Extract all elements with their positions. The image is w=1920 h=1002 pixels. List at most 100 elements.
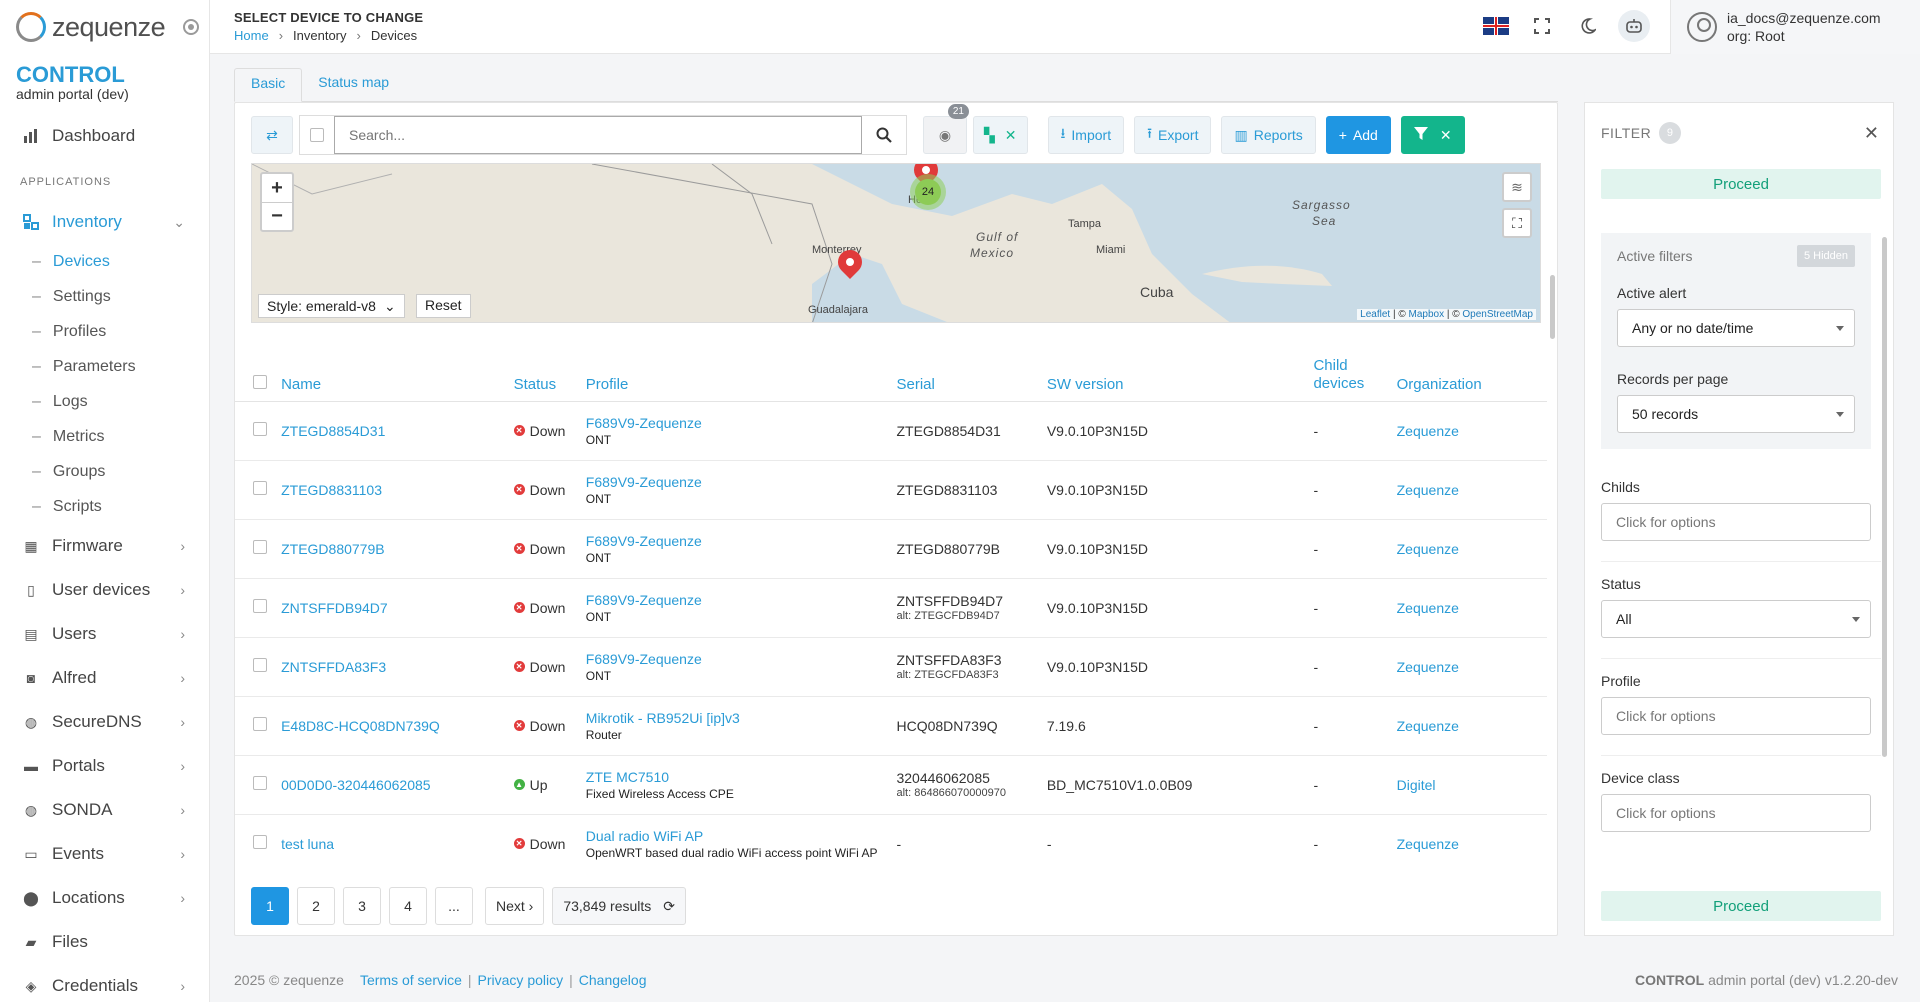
- language-flag-icon[interactable]: [1480, 10, 1512, 42]
- sidebar-item-securedns[interactable]: ◍ SecureDNS ›: [0, 700, 209, 744]
- sidebar-item-locations[interactable]: ⬤ Locations ›: [0, 876, 209, 920]
- device-name-link[interactable]: ZNTSFFDA83F3: [281, 659, 386, 675]
- sidebar-sub-settings[interactable]: Settings: [0, 279, 209, 314]
- device-name-link[interactable]: ZTEGD8854D31: [281, 423, 385, 439]
- organization-link[interactable]: Zequenze: [1397, 482, 1459, 498]
- devices-map[interactable]: + − ≋ ⛶ Gulf of Mexico Sargasso Sea Mont…: [251, 163, 1541, 323]
- filter-toggle-button[interactable]: ✕: [1400, 116, 1465, 154]
- childs-input[interactable]: Click for options: [1601, 503, 1871, 541]
- sidebar-item-portals[interactable]: ▬ Portals ›: [0, 744, 209, 788]
- breadcrumb-inventory[interactable]: Inventory: [293, 28, 346, 43]
- device-name-link[interactable]: ZTEGD8831103: [281, 482, 382, 498]
- device-name-link[interactable]: E48D8C-HCQ08DN739Q: [281, 718, 440, 734]
- page-4-button[interactable]: 4: [389, 887, 427, 925]
- terms-link[interactable]: Terms of service: [360, 972, 462, 988]
- select-all-checkbox[interactable]: [310, 128, 324, 142]
- sidebar-sub-profiles[interactable]: Profiles: [0, 314, 209, 349]
- organization-link[interactable]: Zequenze: [1397, 836, 1459, 852]
- osm-link[interactable]: OpenStreetMap: [1462, 309, 1533, 320]
- sidebar-item-dashboard[interactable]: Dashboard: [0, 114, 209, 158]
- organization-link[interactable]: Zequenze: [1397, 541, 1459, 557]
- breadcrumb-home[interactable]: Home: [234, 28, 269, 43]
- search-icon[interactable]: [862, 116, 906, 154]
- map-reset-button[interactable]: Reset: [416, 294, 471, 318]
- sidebar-item-sonda[interactable]: ◍ SONDA ›: [0, 788, 209, 832]
- column-status[interactable]: Status: [513, 333, 586, 402]
- map-cluster[interactable]: 24: [910, 174, 946, 210]
- close-icon[interactable]: ✕: [1864, 123, 1879, 144]
- profile-link[interactable]: F689V9-Zequenze: [586, 414, 897, 432]
- settings-icon[interactable]: [183, 19, 200, 35]
- proceed-button-top[interactable]: Proceed: [1601, 169, 1881, 199]
- user-menu[interactable]: ia_docs@zequenze.com org: Root: [1670, 0, 1920, 54]
- next-page-button[interactable]: Next ›: [485, 887, 545, 925]
- row-checkbox[interactable]: [253, 599, 267, 613]
- export-button[interactable]: ⭱ Export: [1134, 116, 1212, 154]
- column-name[interactable]: Name: [281, 333, 514, 402]
- column-serial[interactable]: Serial: [896, 333, 1047, 402]
- mapbox-link[interactable]: Mapbox: [1409, 309, 1445, 320]
- tab-status-map[interactable]: Status map: [302, 68, 405, 102]
- map-toggle-button[interactable]: ▚ ✕: [973, 116, 1028, 154]
- active-alert-select[interactable]: Any or no date/time: [1617, 309, 1855, 347]
- sidebar-sub-scripts[interactable]: Scripts: [0, 489, 209, 524]
- proceed-button-bottom[interactable]: Proceed: [1601, 891, 1881, 921]
- sidebar-item-alfred[interactable]: ◙ Alfred ›: [0, 656, 209, 700]
- sidebar-item-credentials[interactable]: ◈ Credentials ›: [0, 964, 209, 1002]
- reports-button[interactable]: ▥ Reports: [1221, 116, 1316, 154]
- sidebar-item-inventory[interactable]: Inventory ⌄: [0, 200, 209, 244]
- sidebar-item-firmware[interactable]: ▦ Firmware ›: [0, 524, 209, 568]
- profile-link[interactable]: F689V9-Zequenze: [586, 591, 897, 609]
- row-checkbox[interactable]: [253, 835, 267, 849]
- organization-link[interactable]: Zequenze: [1397, 718, 1459, 734]
- robot-assistant-icon[interactable]: [1618, 10, 1650, 42]
- tab-basic[interactable]: Basic: [234, 68, 303, 102]
- sidebar-item-users[interactable]: ▤ Users ›: [0, 612, 209, 656]
- hidden-filters-badge[interactable]: 5 Hidden: [1796, 245, 1855, 267]
- page-1-button[interactable]: 1: [251, 887, 289, 925]
- sidebar-sub-logs[interactable]: Logs: [0, 384, 209, 419]
- map-fullscreen-icon[interactable]: ⛶: [1502, 208, 1532, 238]
- profile-link[interactable]: F689V9-Zequenze: [586, 532, 897, 550]
- sidebar-sub-devices[interactable]: Devices: [0, 244, 209, 279]
- profile-link[interactable]: ZTE MC7510: [586, 768, 897, 786]
- table-scrollbar[interactable]: [1550, 275, 1555, 339]
- import-button[interactable]: ⭳ Import: [1047, 116, 1125, 154]
- row-checkbox[interactable]: [253, 658, 267, 672]
- map-style-select[interactable]: Style: emerald-v8 ⌄: [258, 294, 405, 318]
- changelog-link[interactable]: Changelog: [579, 972, 647, 988]
- sidebar-item-events[interactable]: ▭ Events ›: [0, 832, 209, 876]
- profile-link[interactable]: Mikrotik - RB952Ui [ip]v3: [586, 709, 897, 727]
- sidebar-sub-metrics[interactable]: Metrics: [0, 419, 209, 454]
- filter-scrollbar[interactable]: [1882, 237, 1887, 757]
- refresh-button[interactable]: ⇄: [251, 116, 293, 154]
- profile-link[interactable]: Dual radio WiFi AP: [586, 827, 897, 845]
- organization-link[interactable]: Digitel: [1397, 777, 1436, 793]
- device-class-input[interactable]: Click for options: [1601, 794, 1871, 832]
- profile-link[interactable]: F689V9-Zequenze: [586, 473, 897, 491]
- page-ellipsis-button[interactable]: ...: [435, 887, 473, 925]
- row-checkbox[interactable]: [253, 717, 267, 731]
- sidebar-item-user-devices[interactable]: ▯ User devices ›: [0, 568, 209, 612]
- row-checkbox[interactable]: [253, 422, 267, 436]
- sidebar-sub-parameters[interactable]: Parameters: [0, 349, 209, 384]
- organization-link[interactable]: Zequenze: [1397, 659, 1459, 675]
- search-input[interactable]: [334, 116, 862, 154]
- records-per-page-select[interactable]: 50 records: [1617, 395, 1855, 433]
- sidebar-item-files[interactable]: ▰ Files: [0, 920, 209, 964]
- column-profile[interactable]: Profile: [585, 333, 897, 402]
- column-organization[interactable]: Organization: [1396, 333, 1547, 402]
- row-checkbox[interactable]: [253, 540, 267, 554]
- column-sw-version[interactable]: SW version: [1046, 333, 1314, 402]
- row-checkbox[interactable]: [253, 776, 267, 790]
- zoom-out-button[interactable]: −: [262, 202, 292, 230]
- profile-link[interactable]: F689V9-Zequenze: [586, 650, 897, 668]
- device-name-link[interactable]: test luna: [281, 836, 334, 852]
- organization-link[interactable]: Zequenze: [1397, 423, 1459, 439]
- column-child-devices[interactable]: Child devices: [1313, 333, 1397, 402]
- refresh-count-icon[interactable]: ⟳: [663, 898, 675, 915]
- device-name-link[interactable]: 00D0D0-320446062085: [281, 777, 430, 793]
- device-name-link[interactable]: ZNTSFFDB94D7: [281, 600, 388, 616]
- page-2-button[interactable]: 2: [297, 887, 335, 925]
- device-name-link[interactable]: ZTEGD880779B: [281, 541, 385, 557]
